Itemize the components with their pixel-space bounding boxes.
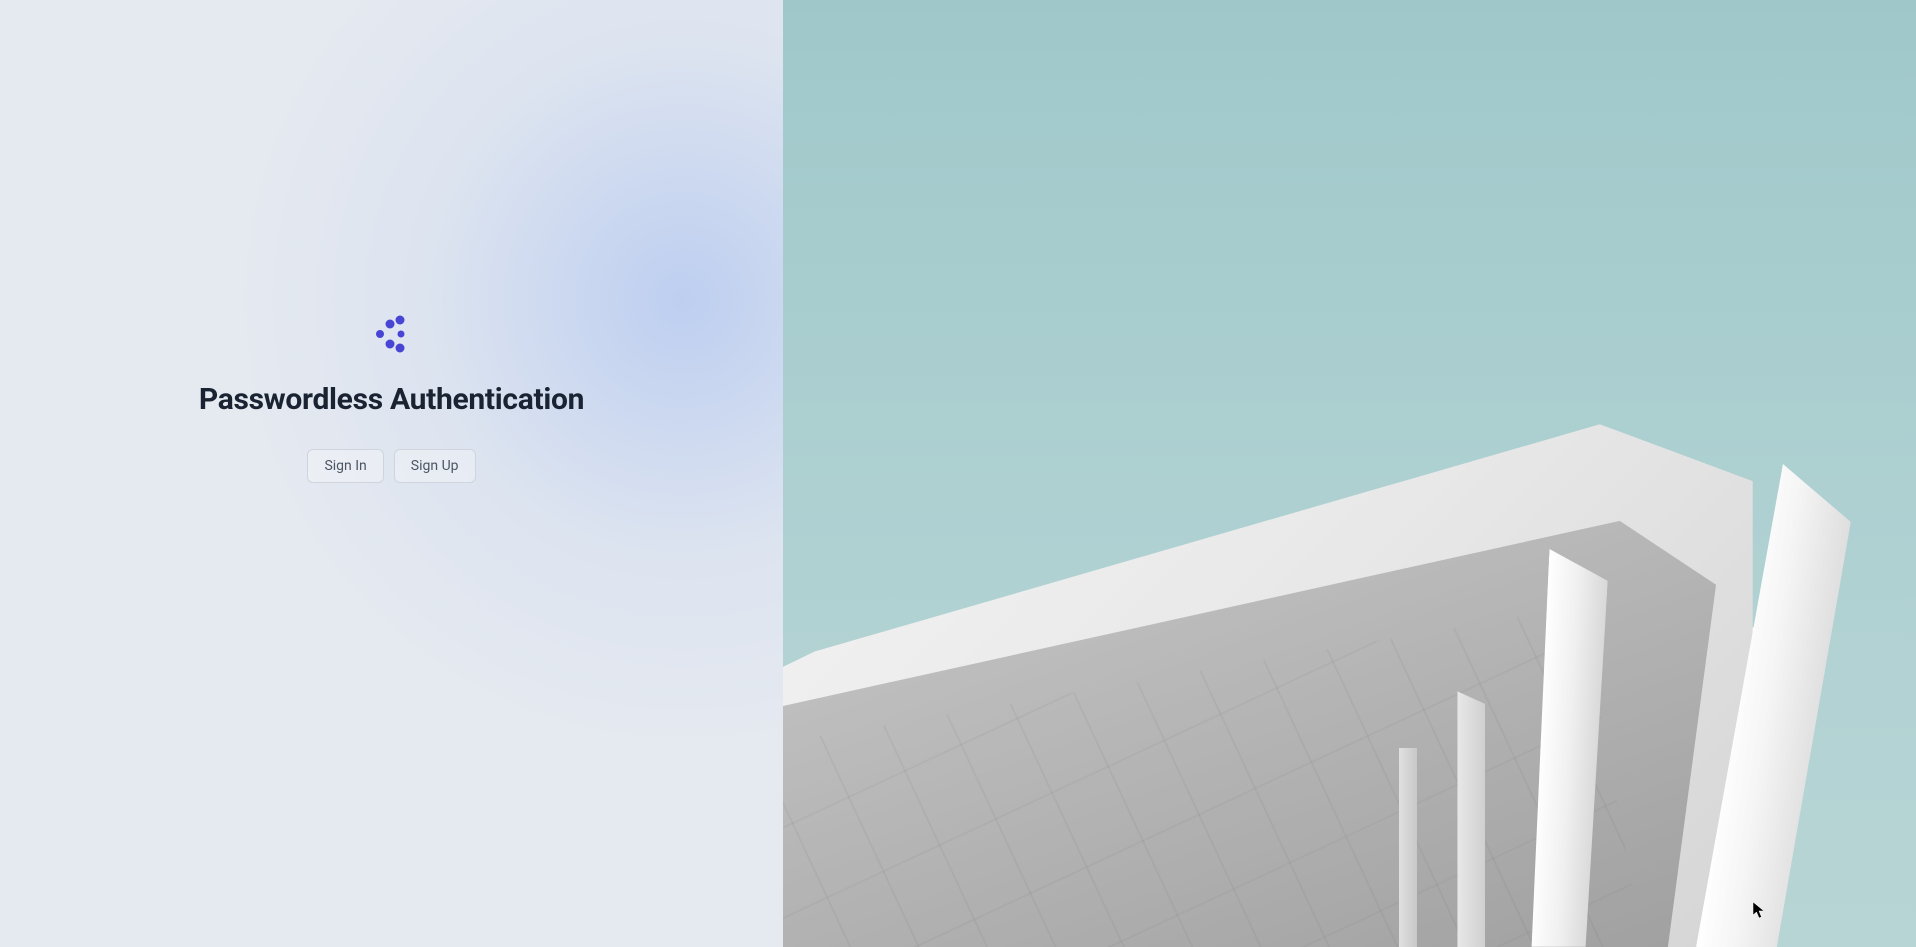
auth-left-panel: Passwordless Authentication Sign In Sign… — [0, 0, 783, 947]
app-logo-icon — [371, 314, 411, 354]
auth-button-group: Sign In Sign Up — [307, 449, 475, 483]
hero-image-panel — [783, 0, 1916, 947]
page-title: Passwordless Authentication — [199, 382, 584, 417]
mouse-cursor-icon — [1752, 901, 1766, 919]
signin-button[interactable]: Sign In — [307, 449, 383, 483]
signup-button[interactable]: Sign Up — [394, 449, 476, 483]
auth-content: Passwordless Authentication Sign In Sign… — [199, 314, 584, 483]
architecture-hero-image — [783, 0, 1916, 947]
